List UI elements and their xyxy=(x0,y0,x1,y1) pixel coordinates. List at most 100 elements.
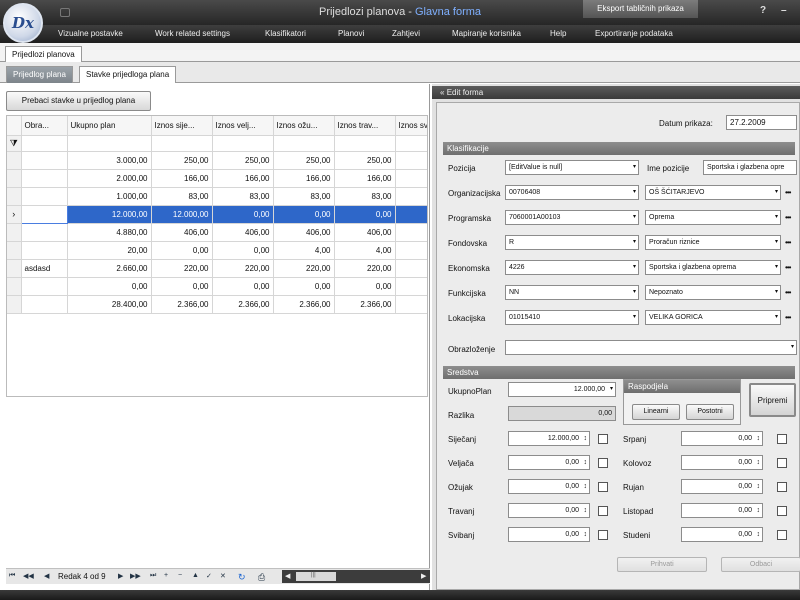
ellipsis-icon[interactable]: ••• xyxy=(785,213,791,222)
fondovska-name-dropdown[interactable]: Proračun riznice ▾ xyxy=(645,235,781,250)
obrazlozenje-dropdown[interactable]: ▾ xyxy=(505,340,797,355)
menu-mapiranje-korisnika[interactable]: Mapiranje korisnika xyxy=(452,29,521,38)
table-cell[interactable]: 220,00 xyxy=(273,259,335,278)
filter-cell[interactable] xyxy=(334,135,396,152)
table-cell[interactable]: 166,00 xyxy=(151,169,213,188)
table-row[interactable]: 20,00 0,00 0,00 4,00 4,00 xyxy=(7,241,427,260)
chevron-down-icon[interactable]: ▾ xyxy=(633,211,636,224)
table-cell[interactable]: 2.366,00 xyxy=(212,295,274,314)
table-cell[interactable]: 2.366,00 xyxy=(334,295,396,314)
table-cell[interactable] xyxy=(21,187,68,206)
table-cell[interactable]: 83,00 xyxy=(151,187,213,206)
table-cell[interactable] xyxy=(20,204,68,224)
table-cell[interactable]: 2 xyxy=(395,259,427,278)
chevron-down-icon[interactable]: ▾ xyxy=(633,261,636,274)
table-cell[interactable]: 250,00 xyxy=(334,151,396,170)
row-indicator[interactable] xyxy=(7,151,22,170)
menu-planovi[interactable]: Planovi xyxy=(338,29,364,38)
minimize-icon[interactable]: – xyxy=(781,5,787,16)
chevron-down-icon[interactable]: ▾ xyxy=(633,311,636,324)
scroll-left-icon[interactable]: ◀ xyxy=(285,572,290,580)
menu-klasifikatori[interactable]: Klasifikatori xyxy=(265,29,306,38)
horizontal-scrollbar[interactable]: ◀ ||| ▶ xyxy=(282,570,430,583)
chevron-down-icon[interactable]: ▾ xyxy=(633,186,636,199)
table-cell[interactable]: 250,00 xyxy=(151,151,213,170)
spin-icon[interactable]: ↕ xyxy=(757,528,761,541)
month-0-months_left-checkbox[interactable] xyxy=(598,434,608,444)
table-cell[interactable]: 2.3 xyxy=(395,295,427,314)
column-header-obrazlozenje[interactable]: Obra... xyxy=(21,116,68,136)
nav-last-icon[interactable]: ⏭ xyxy=(150,572,156,580)
column-header-iznos-travanj[interactable]: Iznos trav... xyxy=(334,116,396,136)
pripremi-button[interactable]: Pripremi xyxy=(749,383,796,417)
table-cell[interactable]: 0,00 xyxy=(212,205,274,224)
table-cell[interactable] xyxy=(395,277,427,296)
row-indicator[interactable] xyxy=(7,223,22,242)
organizacijska-code-dropdown[interactable]: 00706408 ▾ xyxy=(505,185,639,200)
chevron-down-icon[interactable]: ▾ xyxy=(775,186,778,199)
fondovska-code-dropdown[interactable]: R ▾ xyxy=(505,235,639,250)
nav-print-icon[interactable]: ⎙ xyxy=(258,572,265,583)
table-cell[interactable] xyxy=(21,151,68,170)
table-cell[interactable]: 83,00 xyxy=(212,187,274,206)
table-cell[interactable]: 220,00 xyxy=(334,259,396,278)
month-2-months_left-spinner[interactable]: 0,00 ↕ xyxy=(508,479,590,494)
collapse-icon[interactable]: « xyxy=(440,88,444,97)
column-header-iznos-ozujak[interactable]: Iznos ožu... xyxy=(273,116,335,136)
month-4-months_right-spinner[interactable]: 0,00 ↕ xyxy=(681,527,763,542)
table-cell[interactable] xyxy=(395,205,427,224)
column-header-iznos-svibanj[interactable]: Iznos sv xyxy=(395,116,427,136)
table-cell[interactable]: 4 xyxy=(395,223,427,242)
table-cell[interactable] xyxy=(395,187,427,206)
nav-save-icon[interactable]: ✓ xyxy=(206,572,212,580)
nav-next-page-icon[interactable]: ▶▶ xyxy=(130,572,141,580)
filter-cell[interactable] xyxy=(212,135,274,152)
nav-prev-page-icon[interactable]: ◀◀ xyxy=(23,572,34,580)
ellipsis-icon[interactable]: ••• xyxy=(785,288,791,297)
table-cell[interactable]: 250,00 xyxy=(273,151,335,170)
table-cell[interactable] xyxy=(21,277,68,296)
spin-icon[interactable]: ↕ xyxy=(584,480,588,493)
month-4-months_left-checkbox[interactable] xyxy=(598,530,608,540)
table-row[interactable]: 28.400,00 2.366,00 2.366,00 2.366,00 2.366,0… xyxy=(7,295,427,314)
tab-prijedlozi-planova[interactable]: Prijedlozi planova xyxy=(5,46,82,62)
chevron-down-icon[interactable]: ▾ xyxy=(633,286,636,299)
chevron-down-icon[interactable]: ▾ xyxy=(610,383,613,396)
table-cell[interactable]: 220,00 xyxy=(212,259,274,278)
table-cell[interactable]: 83,00 xyxy=(334,187,396,206)
table-cell[interactable]: 2.366,00 xyxy=(273,295,335,314)
filter-cell[interactable] xyxy=(273,135,335,152)
ekonomska-name-dropdown[interactable]: Sportska i glazbena oprema ▾ xyxy=(645,260,781,275)
nav-add-icon[interactable]: + xyxy=(164,572,168,579)
row-indicator[interactable] xyxy=(7,277,22,296)
spin-icon[interactable]: ↕ xyxy=(757,432,761,445)
month-1-months_left-checkbox[interactable] xyxy=(598,458,608,468)
chevron-down-icon[interactable]: ▾ xyxy=(791,341,794,354)
prihvati-button[interactable]: Prihvati xyxy=(617,557,707,572)
menu-work-related-settings[interactable]: Work related settings xyxy=(155,29,230,38)
ellipsis-icon[interactable]: ••• xyxy=(785,238,791,247)
spin-icon[interactable]: ↕ xyxy=(584,528,588,541)
table-row[interactable]: › 12.000,00 12.000,00 0,00 0,00 0,00 xyxy=(7,204,427,224)
row-indicator[interactable] xyxy=(7,169,22,188)
table-cell[interactable]: 220,00 xyxy=(151,259,213,278)
postotni-button[interactable]: Postotni xyxy=(686,404,734,420)
column-header-iznos-sijecanj[interactable]: Iznos sije... xyxy=(151,116,213,136)
table-cell[interactable]: 4,00 xyxy=(273,241,335,260)
help-icon[interactable]: ? xyxy=(760,5,766,16)
table-cell[interactable]: 0,00 xyxy=(151,277,213,296)
row-indicator[interactable] xyxy=(7,295,22,314)
table-cell[interactable] xyxy=(21,295,68,314)
chevron-down-icon[interactable]: ▾ xyxy=(775,311,778,324)
table-cell[interactable]: 0,00 xyxy=(212,241,274,260)
chevron-down-icon[interactable]: ▾ xyxy=(633,161,636,174)
table-cell[interactable]: 0,00 xyxy=(151,241,213,260)
spin-icon[interactable]: ↕ xyxy=(757,504,761,517)
month-1-months_right-checkbox[interactable] xyxy=(777,458,787,468)
filter-cell[interactable] xyxy=(67,135,152,152)
datum-prikaza-field[interactable]: 27.2.2009 xyxy=(726,115,797,130)
nav-edit-icon[interactable]: ▲ xyxy=(192,572,199,579)
table-row[interactable]: 0,00 0,00 0,00 0,00 0,00 xyxy=(7,277,427,296)
nav-cancel-icon[interactable]: ✕ xyxy=(220,572,226,580)
filter-cell[interactable] xyxy=(21,135,68,152)
